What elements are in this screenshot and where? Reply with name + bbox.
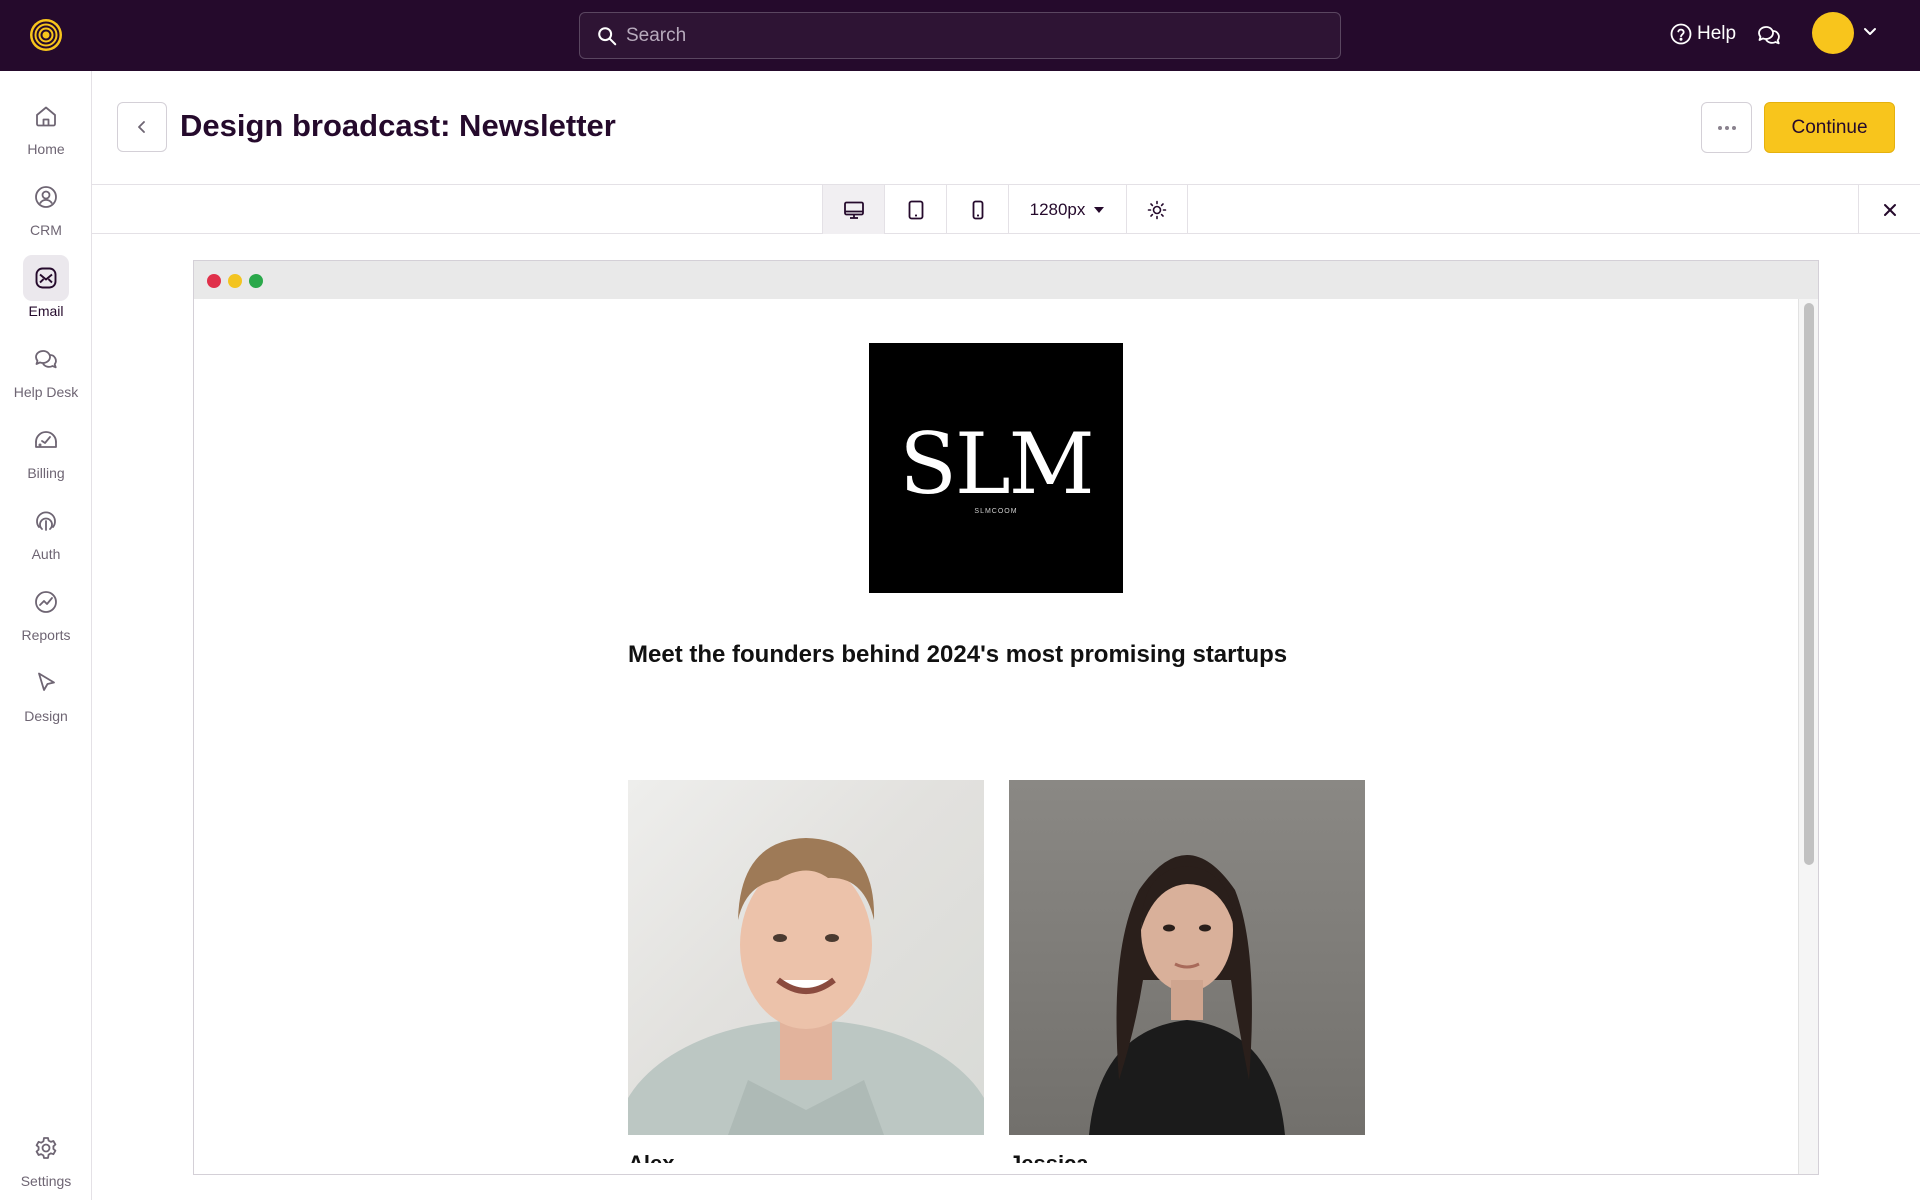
sidebar-item-home[interactable]: Home (0, 93, 92, 169)
minimize-dot (228, 274, 242, 288)
help-label: Help (1697, 23, 1737, 44)
sidebar-item-email[interactable]: Email (0, 255, 92, 331)
sidebar-item-label: Design (24, 708, 68, 724)
sidebar-item-crm[interactable]: CRM (0, 174, 92, 250)
caret-down-icon (1094, 206, 1105, 213)
maximize-dot (249, 274, 263, 288)
sidebar-item-label: Billing (27, 465, 65, 481)
sidebar-item-settings[interactable]: Settings (0, 1125, 92, 1201)
sidebar-item-billing[interactable]: Billing (0, 417, 92, 493)
continue-button[interactable]: Continue (1764, 102, 1895, 153)
search-bar[interactable] (579, 12, 1341, 59)
close-icon (1883, 203, 1896, 216)
width-select[interactable]: 1280px (1008, 185, 1126, 234)
search-input[interactable] (626, 24, 1306, 47)
help-icon (1670, 23, 1692, 45)
sidebar-item-design[interactable]: Design (0, 660, 92, 736)
desktop-view-button[interactable] (822, 185, 884, 234)
close-preview-button[interactable] (1858, 185, 1920, 234)
reports-icon (35, 591, 57, 613)
design-icon (38, 672, 55, 691)
brand-logo-subtext: SLMCOOM (974, 507, 1018, 515)
founder-caption: Jessica (1009, 1149, 1089, 1163)
sidebar-item-label: Settings (20, 1173, 72, 1189)
sidebar-item-label: Email (28, 303, 64, 319)
mobile-view-button[interactable] (946, 185, 1008, 234)
avatar[interactable] (1812, 12, 1854, 54)
help-button[interactable]: Help (1669, 22, 1736, 46)
founder-caption: Alex (628, 1149, 674, 1163)
chat-icon[interactable] (1756, 22, 1782, 48)
auth-icon (36, 511, 56, 531)
sidebar-item-label: Home (27, 141, 65, 157)
more-icon (1717, 125, 1736, 130)
mobile-icon (972, 200, 983, 219)
page-title: Design broadcast: Newsletter (180, 108, 616, 143)
back-button[interactable] (117, 102, 167, 152)
brand-logo: SLM SLMCOOM (869, 343, 1123, 593)
brand-logo-mark: SLM (899, 414, 1094, 513)
browser-title-bar (194, 261, 1818, 299)
more-options-button[interactable] (1701, 102, 1752, 153)
settings-icon (35, 1137, 57, 1159)
email-headline: Meet the founders behind 2024's most pro… (628, 641, 1288, 668)
close-dot (207, 274, 221, 288)
top-bar: Help (0, 0, 1920, 71)
browser-preview-frame: SLM SLMCOOM Meet the founders behind 202… (193, 260, 1819, 1175)
founder-photo (628, 780, 984, 1135)
sidebar-item-label: CRM (30, 222, 62, 238)
desktop-icon (843, 201, 864, 219)
sidebar-item-label: Help Desk (13, 384, 79, 400)
app-logo-icon[interactable] (28, 17, 64, 53)
crm-icon (35, 186, 57, 208)
founder-photo (1009, 780, 1365, 1135)
chevron-down-icon[interactable] (1862, 24, 1878, 40)
sidebar-item-reports[interactable]: Reports (0, 579, 92, 655)
sidebar-item-auth[interactable]: Auth (0, 498, 92, 574)
email-icon (35, 267, 57, 289)
sun-icon (1147, 200, 1167, 219)
width-value: 1280px (1029, 199, 1086, 219)
home-icon (36, 106, 56, 127)
tablet-icon (908, 200, 923, 219)
theme-toggle-button[interactable] (1126, 185, 1188, 234)
sidebar-item-label: Auth (31, 546, 61, 562)
tablet-view-button[interactable] (884, 185, 946, 234)
sidebar-item-label: Reports (21, 627, 71, 643)
preview-toolbar: 1280px (92, 184, 1920, 234)
chevron-left-icon (138, 121, 145, 133)
sidebar: Home CRM Email Help Desk Billing Auth Re… (0, 71, 92, 1200)
help-desk-icon (35, 350, 57, 369)
sidebar-item-help-desk[interactable]: Help Desk (0, 336, 92, 412)
preview-scrollbar[interactable] (1798, 299, 1818, 1174)
billing-icon (35, 431, 57, 448)
scrollbar-thumb[interactable] (1804, 303, 1814, 865)
search-icon (598, 26, 617, 45)
